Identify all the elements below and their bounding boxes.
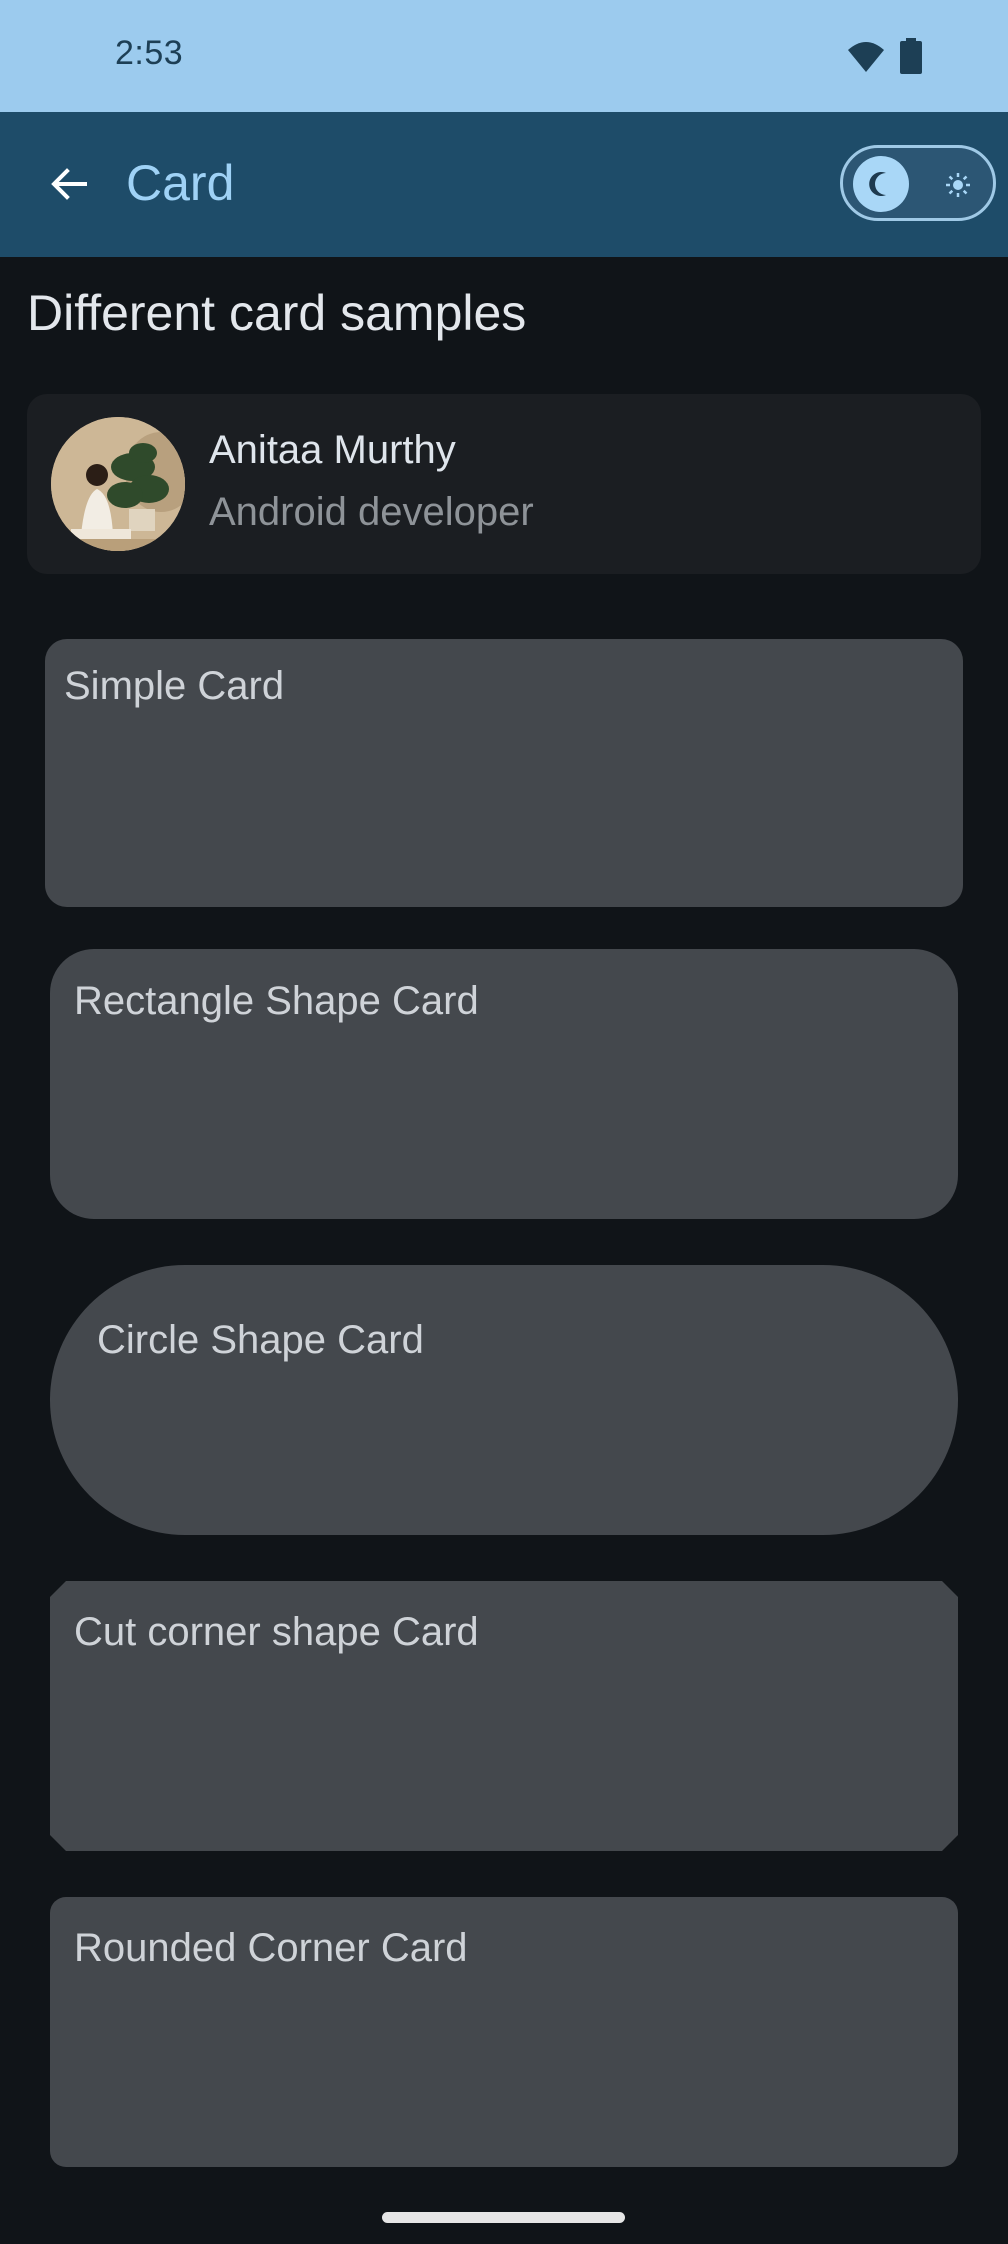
toggle-thumb <box>853 156 909 212</box>
app-bar-title: Card <box>126 155 235 211</box>
card-label: Cut corner shape Card <box>74 1610 479 1654</box>
simple-card[interactable]: Simple Card <box>45 639 963 907</box>
card-label: Simple Card <box>64 664 285 708</box>
sun-icon <box>946 173 970 197</box>
card-label: Circle Shape Card <box>97 1318 424 1362</box>
status-bar: 2:53 <box>0 0 1008 112</box>
profile-role: Android developer <box>209 490 534 534</box>
back-button[interactable] <box>38 153 100 215</box>
gesture-handle[interactable] <box>382 2212 625 2223</box>
moon-icon <box>869 172 886 196</box>
profile-card[interactable]: Anitaa Murthy Android developer <box>27 394 981 574</box>
arrow-back-icon <box>51 168 87 200</box>
rounded-corner-card[interactable]: Rounded Corner Card <box>50 1897 958 2167</box>
wifi-icon <box>846 38 886 79</box>
battery-icon <box>900 38 922 79</box>
status-time: 2:53 <box>115 34 184 72</box>
rectangle-shape-card[interactable]: Rectangle Shape Card <box>50 949 958 1219</box>
avatar <box>51 417 185 551</box>
card-label: Rounded Corner Card <box>74 1926 468 1970</box>
theme-toggle[interactable] <box>840 145 996 221</box>
section-title: Different card samples <box>27 285 527 341</box>
card-label: Rectangle Shape Card <box>74 979 479 1023</box>
status-icons <box>846 38 922 79</box>
cut-corner-card[interactable]: Cut corner shape Card <box>50 1581 958 1851</box>
circle-shape-card[interactable]: Circle Shape Card <box>50 1265 958 1535</box>
profile-name: Anitaa Murthy <box>209 428 456 472</box>
top-app-bar: Card <box>0 112 1008 257</box>
